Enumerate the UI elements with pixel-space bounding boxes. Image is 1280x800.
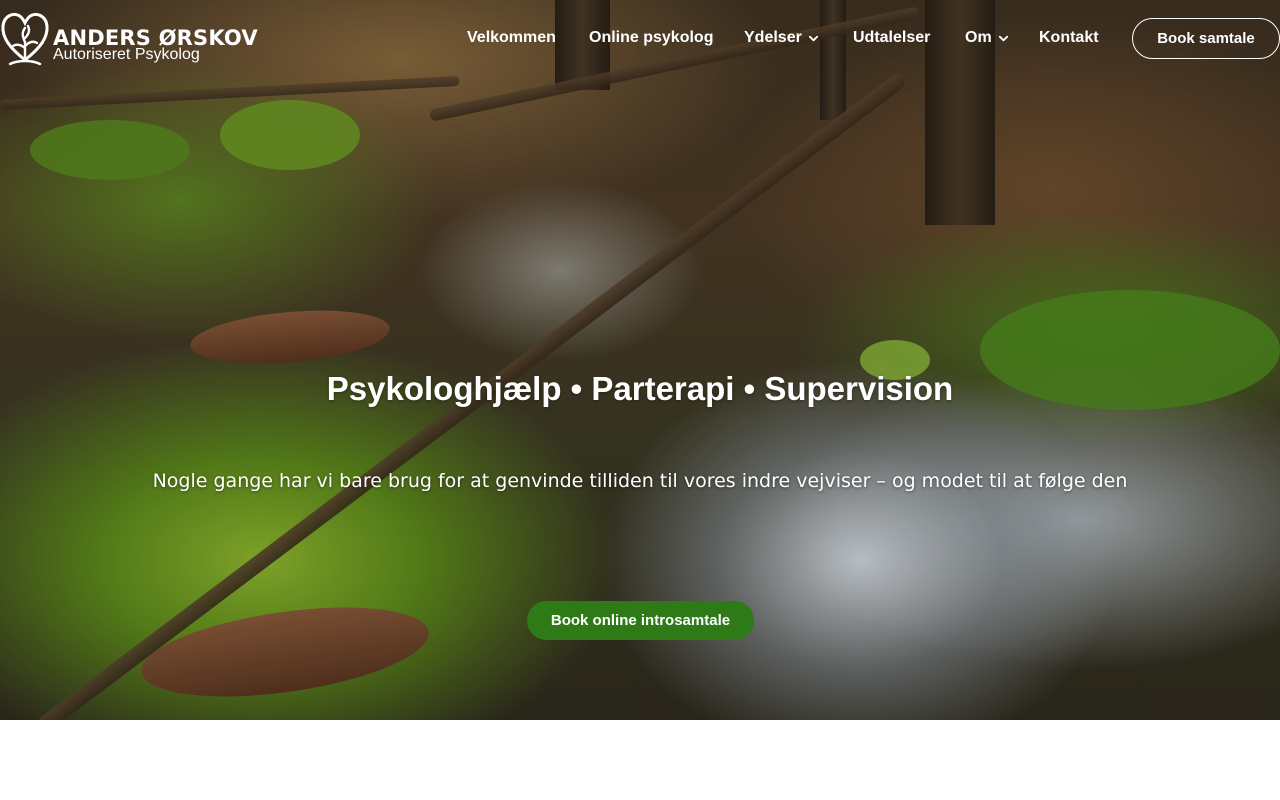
site-header: ANDERS ØRSKOV Autoriseret Psykolog Velko… xyxy=(0,0,1280,76)
main-navigation: Velkommen Online psykolog Ydelser Udtale… xyxy=(0,26,1280,50)
book-online-introsamtale-button[interactable]: Book online introsamtale xyxy=(527,601,754,640)
nav-item-label: Ydelser xyxy=(744,29,802,46)
page-content-area xyxy=(0,720,1280,800)
nav-item-label: Velkommen xyxy=(467,29,556,46)
hero-headline: Psykologhjælp • Parterapi • Supervision xyxy=(326,370,954,407)
nav-item-udtalelser[interactable]: Udtalelser xyxy=(853,26,930,50)
nav-item-label: Online psykolog xyxy=(589,29,714,46)
nav-item-om[interactable]: Om xyxy=(965,26,1009,50)
nav-item-label: Kontakt xyxy=(1039,29,1099,46)
nav-item-velkommen[interactable]: Velkommen xyxy=(467,26,556,50)
nav-item-ydelser[interactable]: Ydelser xyxy=(744,26,819,50)
nav-item-online-psykolog[interactable]: Online psykolog xyxy=(589,26,713,50)
nav-item-kontakt[interactable]: Kontakt xyxy=(1039,26,1099,50)
hero-tagline: Nogle gange har vi bare brug for at genv… xyxy=(152,470,1128,492)
nav-item-label: Om xyxy=(965,29,992,46)
chevron-down-icon xyxy=(808,35,818,41)
nav-item-label: Udtalelser xyxy=(853,29,931,46)
book-samtale-button[interactable]: Book samtale xyxy=(1132,18,1280,59)
chevron-down-icon xyxy=(998,35,1008,41)
hero-section: ANDERS ØRSKOV Autoriseret Psykolog Velko… xyxy=(0,0,1280,720)
